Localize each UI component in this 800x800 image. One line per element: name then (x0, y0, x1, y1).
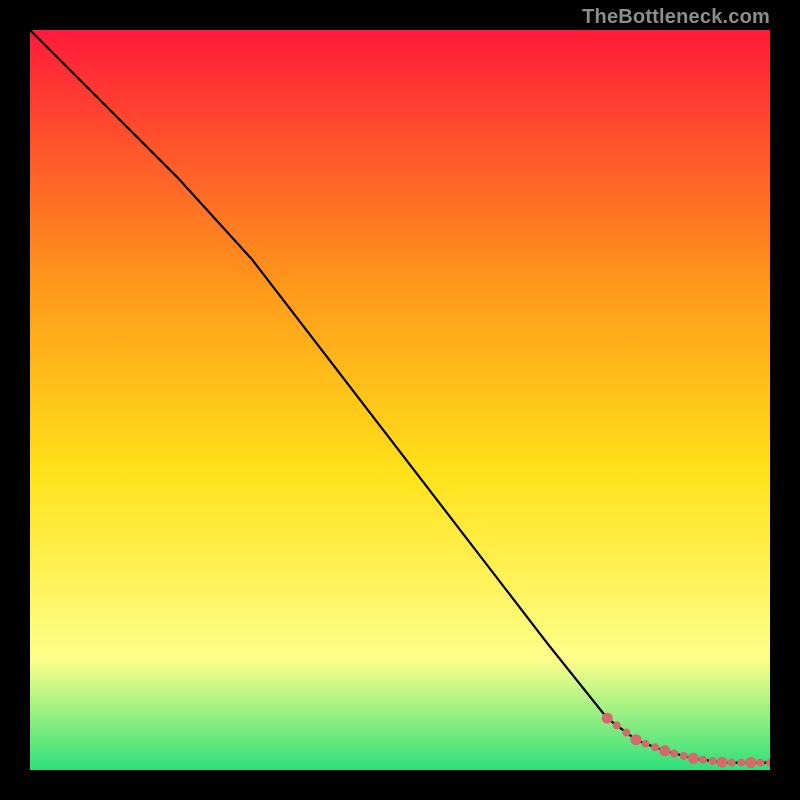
curve-marker (745, 757, 756, 768)
curve-marker (688, 753, 699, 764)
curve-line (30, 30, 770, 763)
curve-marker (670, 750, 678, 758)
curve-markers (602, 713, 770, 768)
watermark-label: TheBottleneck.com (582, 6, 770, 29)
curve-marker (709, 757, 717, 765)
curve-marker (602, 713, 613, 724)
curve-marker (651, 743, 659, 751)
curve-marker (717, 757, 728, 768)
curve-marker (659, 745, 670, 756)
curve-marker (613, 721, 621, 729)
curve-marker (630, 734, 641, 745)
curve-marker (728, 759, 736, 767)
chart-area (30, 30, 770, 770)
chart-overlay (30, 30, 770, 770)
curve-marker (756, 759, 764, 767)
curve-marker (766, 759, 770, 767)
curve-marker (737, 759, 745, 767)
curve-marker (642, 740, 650, 748)
curve-marker (699, 756, 707, 764)
curve-marker (680, 752, 688, 760)
curve-marker (622, 729, 630, 737)
